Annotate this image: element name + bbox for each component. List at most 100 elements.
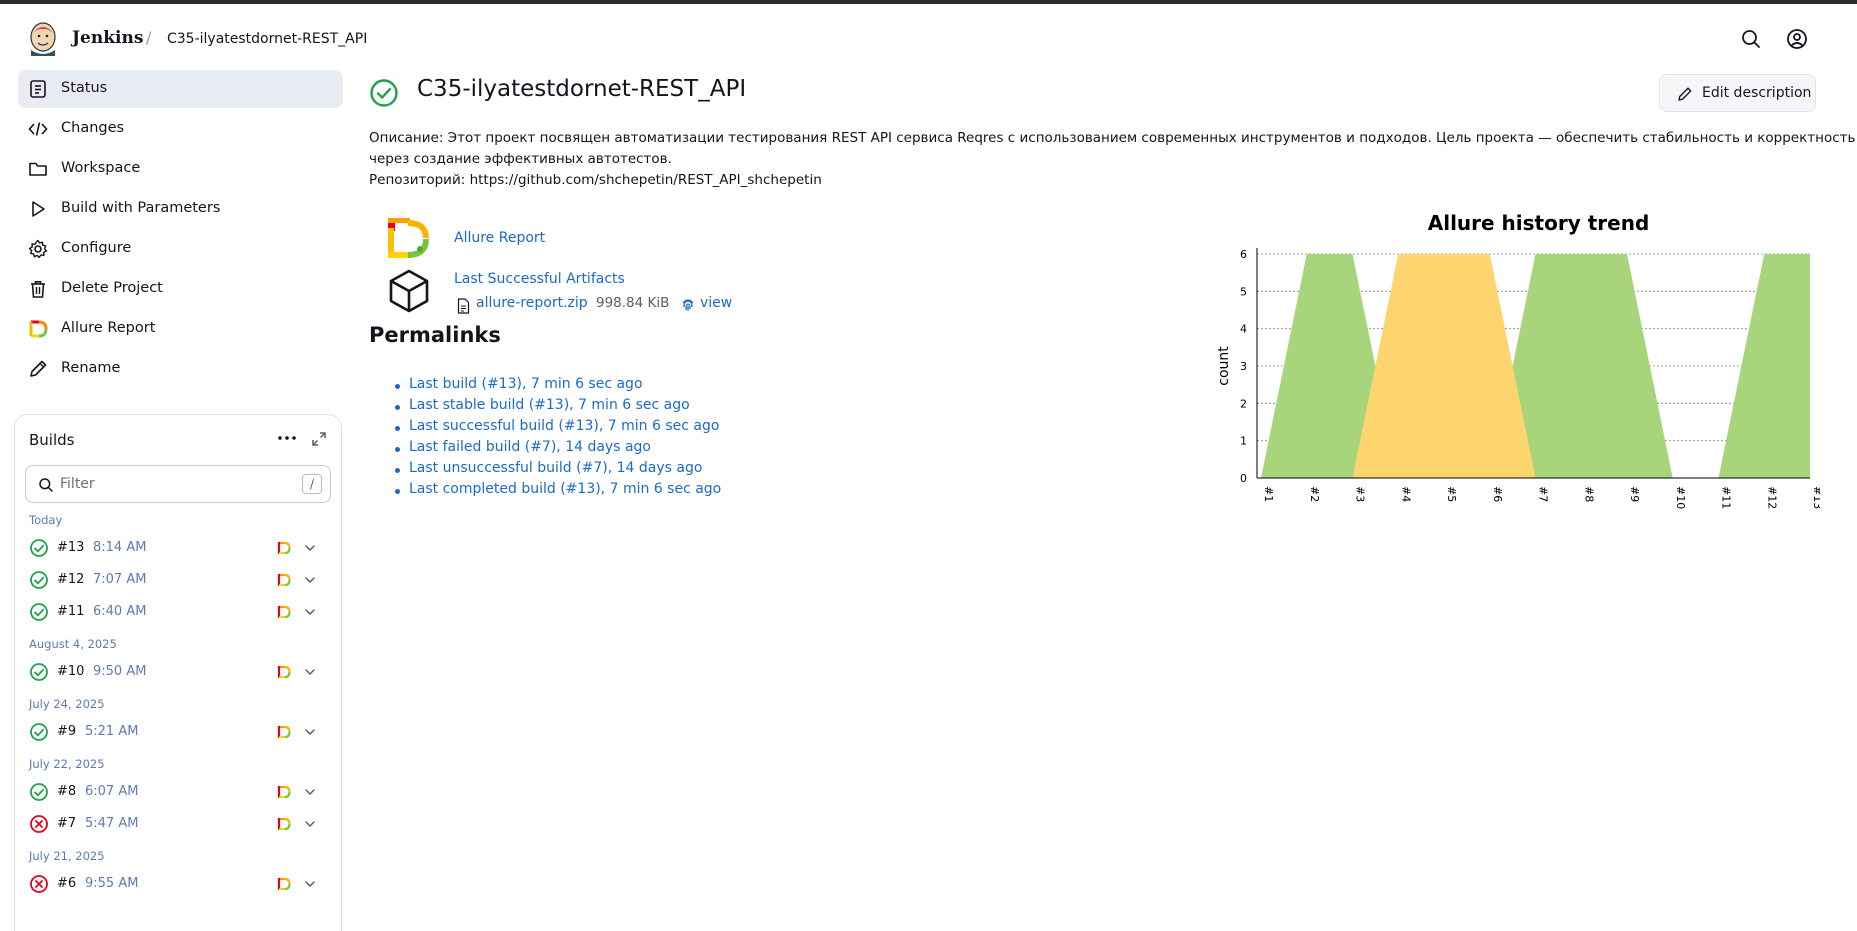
build-row[interactable]: #12 7:07 AM [21, 565, 331, 595]
chevron-down-icon[interactable] [304, 606, 316, 618]
last-successful-artifacts-link[interactable]: Last Successful Artifacts [454, 271, 625, 287]
build-row[interactable]: #6 9:55 AM [21, 869, 331, 899]
jenkins-logo-icon[interactable] [28, 20, 58, 56]
breadcrumb-project[interactable]: C35-ilyatestdornet-REST_API [167, 31, 367, 47]
sidebar-item-status[interactable]: Status [18, 70, 343, 108]
build-row[interactable]: #7 5:47 AM [21, 809, 331, 839]
build-time: 6:40 AM [93, 604, 147, 619]
permalink-last-stable-build[interactable]: Last stable build (#13), 7 min 6 sec ago [393, 397, 721, 418]
jenkins-brand[interactable]: Jenkins [72, 28, 143, 48]
success-status-icon [30, 783, 48, 801]
allure-icon[interactable] [277, 877, 291, 891]
build-row[interactable]: #13 8:14 AM [21, 533, 331, 563]
sidebar-item-label: Configure [61, 240, 132, 256]
user-account-icon[interactable] [1786, 28, 1808, 50]
allure-icon[interactable] [277, 573, 291, 587]
permalink-last-build[interactable]: Last build (#13), 7 min 6 sec ago [393, 376, 721, 397]
file-icon [457, 298, 470, 314]
artifact-file-link[interactable]: allure-report.zip [476, 295, 588, 311]
chart-y-tick-label: 5 [1240, 285, 1247, 298]
sidebar-item-delete-project[interactable]: Delete Project [18, 270, 343, 308]
allure-icon[interactable] [277, 541, 291, 555]
build-time: 6:07 AM [85, 784, 139, 799]
chart-x-tick-label: #8 [1582, 486, 1595, 502]
allure-icon[interactable] [277, 725, 291, 739]
permalink-last-unsuccessful-build[interactable]: Last unsuccessful build (#7), 14 days ag… [393, 460, 721, 481]
description-line: Репозиторий: https://github.com/shchepet… [369, 172, 822, 188]
chart-y-tick-label: 6 [1240, 248, 1247, 261]
sidebar-item-build-with-parameters[interactable]: Build with Parameters [18, 190, 343, 228]
build-number: #9 [57, 724, 77, 739]
success-status-icon [30, 723, 48, 741]
project-description: Описание: Этот проект посвящен автоматиз… [369, 128, 1857, 191]
permalinks-heading: Permalinks [369, 323, 501, 347]
chevron-down-icon[interactable] [304, 666, 316, 678]
chevron-down-icon[interactable] [304, 786, 316, 798]
folder-icon [29, 162, 47, 176]
permalink-last-failed-build[interactable]: Last failed build (#7), 14 days ago [393, 439, 721, 460]
allure-icon[interactable] [277, 785, 291, 799]
chart-x-tick-label: #6 [1491, 486, 1504, 502]
trash-icon [31, 281, 45, 298]
more-options-icon[interactable] [276, 431, 298, 445]
build-number: #11 [57, 604, 85, 619]
artifact-file-size: 998.84 KiB [596, 295, 670, 311]
chart-x-tick-label: #11 [1720, 486, 1733, 509]
allure-history-trend-chart[interactable]: Allure history trend 0 1 2 3 4 5 6 #1 #2 #3 #4 #5 #6 #… [1210, 206, 1820, 516]
allure-icon[interactable] [277, 605, 291, 619]
sidebar-item-label: Allure Report [61, 320, 156, 336]
chart-y-tick-label: 0 [1240, 472, 1247, 485]
sidebar-item-changes[interactable]: Changes [18, 110, 343, 148]
build-row[interactable]: #10 9:50 AM [21, 657, 331, 687]
build-row[interactable]: #8 6:07 AM [21, 777, 331, 807]
edit-description-button[interactable]: Edit description [1659, 74, 1816, 112]
allure-icon[interactable] [277, 665, 291, 679]
success-status-icon [30, 539, 48, 557]
build-group-label: Today [29, 513, 63, 527]
chevron-down-icon[interactable] [304, 542, 316, 554]
chart-x-tick-label: #12 [1765, 486, 1778, 509]
chevron-down-icon[interactable] [304, 574, 316, 586]
chart-x-tick-label: #10 [1674, 486, 1687, 509]
fingerprint-icon[interactable] [681, 297, 695, 312]
chart-x-tick-label: #3 [1354, 486, 1367, 502]
build-group-label: July 21, 2025 [29, 849, 105, 863]
success-status-icon [370, 79, 398, 107]
pencil-icon [30, 360, 47, 377]
allure-report-link[interactable]: Allure Report [454, 230, 545, 246]
search-icon[interactable] [1740, 28, 1762, 50]
chart-x-tick-label: #1 [1262, 486, 1275, 502]
allure-report-logo-icon [388, 218, 429, 258]
chevron-down-icon[interactable] [304, 878, 316, 890]
chart-area-passed [1261, 254, 1810, 478]
build-group-label: July 22, 2025 [29, 757, 105, 771]
sidebar-item-label: Delete Project [61, 280, 163, 296]
failed-status-icon [30, 815, 48, 833]
chart-x-tick-label: #13 [1811, 486, 1820, 509]
allure-icon[interactable] [277, 817, 291, 831]
expand-icon[interactable] [311, 431, 327, 447]
builds-title: Builds [29, 431, 75, 449]
code-icon [28, 122, 48, 136]
build-number: #7 [57, 816, 77, 831]
sidebar-item-allure-report[interactable]: Allure Report [18, 310, 343, 348]
sidebar-item-configure[interactable]: Configure [18, 230, 343, 268]
sidebar-item-label: Changes [61, 120, 125, 136]
chevron-down-icon[interactable] [304, 726, 316, 738]
permalink-last-successful-build[interactable]: Last successful build (#13), 7 min 6 sec… [393, 418, 721, 439]
chart-y-tick-label: 2 [1240, 397, 1247, 410]
build-row[interactable]: #9 5:21 AM [21, 717, 331, 747]
sidebar-item-rename[interactable]: Rename [18, 350, 343, 388]
build-filter-input[interactable]: Filter / [25, 465, 331, 503]
success-status-icon [30, 571, 48, 589]
artifact-view-link[interactable]: view [700, 295, 732, 311]
failed-status-icon [30, 875, 48, 893]
build-time: 8:14 AM [93, 540, 147, 555]
permalink-last-completed-build[interactable]: Last completed build (#13), 7 min 6 sec … [393, 481, 721, 502]
build-row[interactable]: #11 6:40 AM [21, 597, 331, 627]
chevron-down-icon[interactable] [304, 818, 316, 830]
sidebar-item-workspace[interactable]: Workspace [18, 150, 343, 188]
filter-shortcut-key: / [302, 474, 322, 494]
search-icon [39, 478, 53, 492]
success-status-icon [30, 603, 48, 621]
